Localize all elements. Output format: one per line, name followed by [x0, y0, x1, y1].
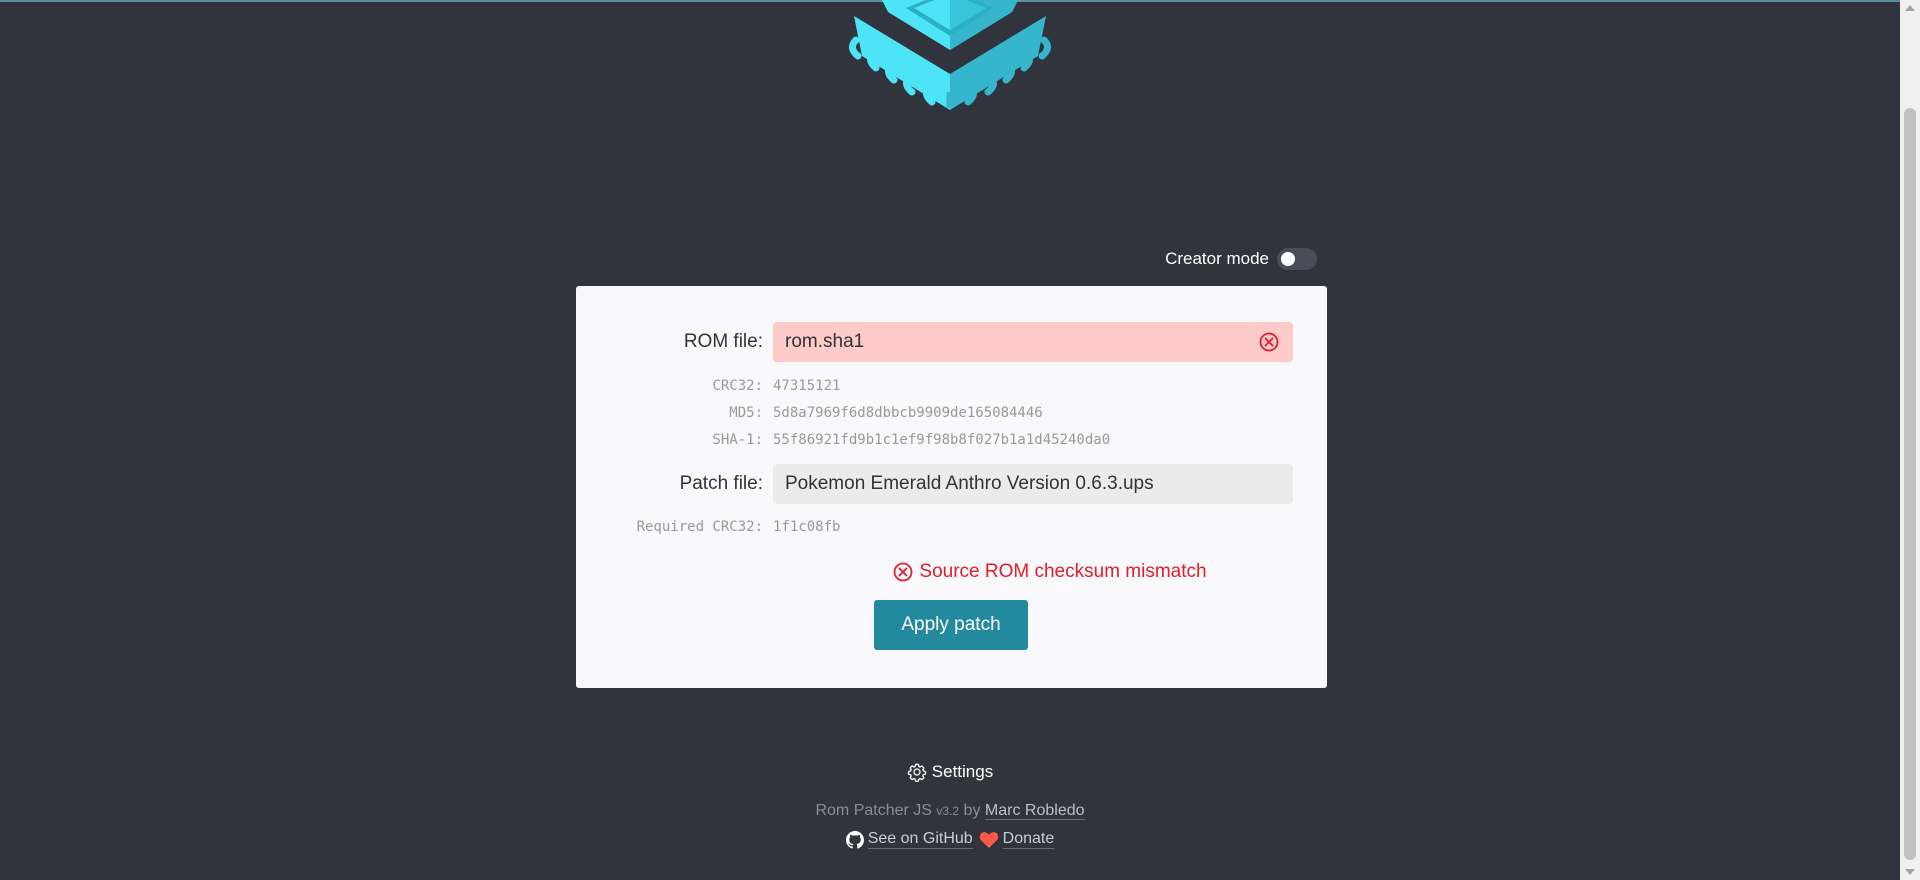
required-crc32-label: Required CRC32: — [636, 519, 763, 535]
heart-icon — [979, 831, 998, 848]
scroll-down-icon[interactable] — [1905, 869, 1915, 875]
footer-links: See on GitHub Donate — [0, 830, 1900, 849]
rom-file-input[interactable]: rom.sha1 — [773, 322, 1293, 362]
patch-file-value: Pokemon Emerald Anthro Version 0.6.3.ups — [785, 473, 1154, 494]
hash-row-md5: MD5: 5d8a7969f6d8dbbcb9909de165084446 — [576, 405, 1043, 421]
app-name: Rom Patcher JS — [815, 802, 932, 819]
patch-file-row: Patch file: Pokemon Emerald Anthro Versi… — [576, 464, 1327, 504]
error-circle-icon — [1259, 332, 1279, 352]
donate-link[interactable]: Donate — [1002, 830, 1055, 849]
patcher-card: ROM file: rom.sha1 CRC32: 47315121 MD5: … — [576, 286, 1327, 688]
apply-patch-button[interactable]: Apply patch — [874, 600, 1028, 650]
credit-line: Rom Patcher JS v3.2 by Marc Robledo — [0, 802, 1900, 820]
github-link[interactable]: See on GitHub — [867, 830, 973, 849]
checksum-error: Source ROM checksum mismatch — [790, 561, 1310, 583]
crc32-value: 47315121 — [773, 378, 841, 394]
rom-file-label: ROM file: — [683, 331, 763, 352]
creator-mode-label: Creator mode — [1165, 249, 1269, 268]
app-version: v3.2 — [936, 804, 960, 818]
scrollbar-thumb[interactable] — [1904, 108, 1916, 860]
patch-file-label: Patch file: — [679, 473, 763, 494]
scroll-up-icon[interactable] — [1905, 5, 1915, 11]
crc32-label: CRC32: — [712, 378, 763, 394]
required-crc32-value: 1f1c08fb — [773, 519, 841, 535]
gear-icon — [907, 763, 927, 782]
creator-mode-control: Creator mode — [1165, 248, 1317, 270]
hash-row-crc32: CRC32: 47315121 — [576, 378, 840, 394]
settings-label: Settings — [931, 762, 994, 781]
md5-label: MD5: — [729, 405, 763, 421]
toggle-knob — [1281, 252, 1295, 266]
md5-value: 5d8a7969f6d8dbbcb9909de165084446 — [773, 405, 1043, 421]
by-text: by — [963, 802, 981, 819]
error-circle-icon — [894, 562, 913, 582]
author-link[interactable]: Marc Robledo — [984, 802, 1085, 820]
required-crc32-row: Required CRC32: 1f1c08fb — [576, 519, 841, 535]
sha1-label: SHA-1: — [712, 432, 763, 448]
chip-icon — [849, 0, 1051, 110]
page-scrollbar[interactable] — [1900, 0, 1920, 880]
hash-row-sha1: SHA-1: 55f86921fd9b1c1ef9f98b8f027b1a1d4… — [576, 432, 1110, 448]
rom-file-value: rom.sha1 — [785, 331, 865, 352]
rom-file-row: ROM file: rom.sha1 — [576, 322, 1327, 362]
settings-link[interactable]: Settings — [0, 762, 1900, 782]
patch-file-input[interactable]: Pokemon Emerald Anthro Version 0.6.3.ups — [773, 464, 1293, 504]
creator-mode-toggle[interactable] — [1277, 248, 1317, 270]
sha1-value: 55f86921fd9b1c1ef9f98b8f027b1a1d45240da0 — [773, 432, 1111, 448]
checksum-error-text: Source ROM checksum mismatch — [919, 561, 1207, 582]
github-icon — [845, 830, 864, 849]
